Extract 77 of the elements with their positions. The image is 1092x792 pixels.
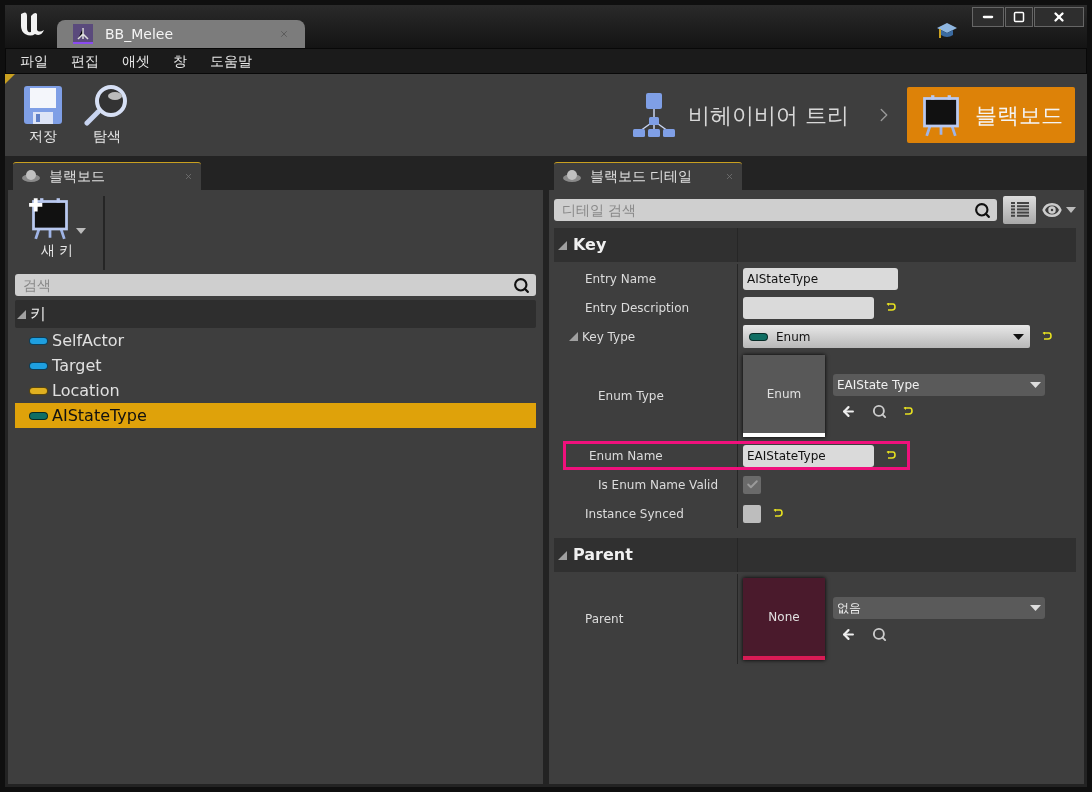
toolbar-button[interactable]: 저장	[17, 83, 69, 147]
search-icon	[974, 202, 991, 219]
property-label: Key Type	[582, 328, 636, 346]
section-title: Parent	[573, 544, 633, 566]
maximize-icon	[1013, 11, 1025, 23]
caret-icon	[1030, 381, 1041, 388]
property-label: Instance Synced	[585, 505, 684, 523]
asset-combo[interactable]: EAIState Type	[833, 373, 1045, 396]
minimize-button[interactable]	[972, 7, 1004, 27]
property-label: Entry Description	[585, 299, 690, 317]
magnifier-icon	[84, 83, 130, 126]
section-title: Key	[573, 234, 607, 256]
expander-icon[interactable]	[17, 309, 26, 319]
use-selected-icon[interactable]	[841, 626, 856, 642]
menu-item[interactable]: 도움말	[202, 50, 260, 72]
text-field[interactable]	[743, 296, 874, 319]
view-options-button[interactable]	[1003, 196, 1036, 224]
property-label: Parent	[585, 611, 624, 628]
caret-icon	[76, 228, 86, 234]
property-label: Enum Name	[589, 447, 663, 465]
browse-icon[interactable]	[872, 403, 887, 419]
property-label: Enum Type	[598, 388, 664, 405]
key-item[interactable]: SelfActor	[15, 328, 536, 353]
section-header[interactable]: Parent	[554, 538, 1076, 572]
maximize-button[interactable]	[1005, 7, 1033, 27]
tree-asset-icon	[73, 24, 93, 44]
grid-icon	[1010, 202, 1029, 218]
search-field[interactable]: 검색	[15, 274, 536, 296]
close-button[interactable]	[1034, 7, 1084, 27]
document-title: BB_Melee	[105, 24, 175, 44]
search-icon	[513, 277, 530, 294]
caret-icon	[1030, 604, 1041, 611]
property-label: Entry Name	[585, 270, 657, 288]
checkbox[interactable]	[743, 504, 761, 523]
panel-tab[interactable]: 블랙보드 디테일	[554, 162, 742, 190]
text-field[interactable]: EAIStateType	[743, 444, 874, 467]
tree-icon	[632, 91, 676, 139]
section-header[interactable]: Key	[554, 228, 1076, 262]
key-item[interactable]: AIStateType	[15, 403, 536, 428]
category-label: 키	[30, 303, 46, 325]
property-label: Is Enum Name Valid	[598, 476, 719, 494]
menu-item[interactable]: 창	[165, 50, 195, 72]
caret-icon	[1013, 333, 1024, 340]
asset-combo[interactable]: 없음	[833, 596, 1045, 619]
toolbar-button[interactable]: 탐색	[81, 83, 133, 147]
expander-icon[interactable]	[558, 240, 567, 250]
thumbnail-label: Enum	[765, 386, 803, 403]
corner-marker-icon	[5, 74, 15, 84]
eye-icon[interactable]	[1042, 200, 1062, 220]
text-field[interactable]: AIStateType	[743, 267, 898, 290]
close-icon	[1052, 10, 1066, 24]
key-item[interactable]: Target	[15, 353, 536, 378]
menu-item[interactable]: 파일	[12, 50, 56, 72]
reset-icon[interactable]	[903, 406, 913, 416]
expander-icon[interactable]	[558, 550, 567, 560]
reset-icon[interactable]	[886, 303, 896, 312]
panel-tab-title: 블랙보드	[49, 167, 106, 186]
reset-icon[interactable]	[1042, 332, 1052, 341]
reset-icon[interactable]	[773, 509, 783, 518]
menu-item[interactable]: 애셋	[114, 50, 158, 72]
check-icon	[745, 478, 759, 491]
new-key-button[interactable]: 새 키	[15, 196, 99, 261]
caret-icon[interactable]	[1066, 207, 1076, 213]
panel-tab-title: 블랙보드 디테일	[590, 167, 694, 186]
category-header[interactable]: 키	[15, 300, 536, 328]
details-search-field[interactable]: 디테일 검색	[554, 199, 997, 221]
key-item[interactable]: Location	[15, 378, 536, 403]
panel-tab[interactable]: 블랙보드	[13, 162, 201, 190]
thumbnail-label: None	[767, 609, 801, 626]
document-tab[interactable]: BB_Melee	[57, 20, 305, 48]
reset-icon[interactable]	[886, 451, 896, 460]
key-type-dropdown[interactable]: Enum	[743, 325, 1030, 348]
menu-item[interactable]: 편집	[63, 50, 107, 72]
browse-icon[interactable]	[872, 626, 887, 642]
expander-icon[interactable]	[569, 332, 578, 341]
mode-tab[interactable]: 비헤이비어 트리	[620, 87, 861, 143]
use-selected-icon[interactable]	[841, 403, 856, 419]
